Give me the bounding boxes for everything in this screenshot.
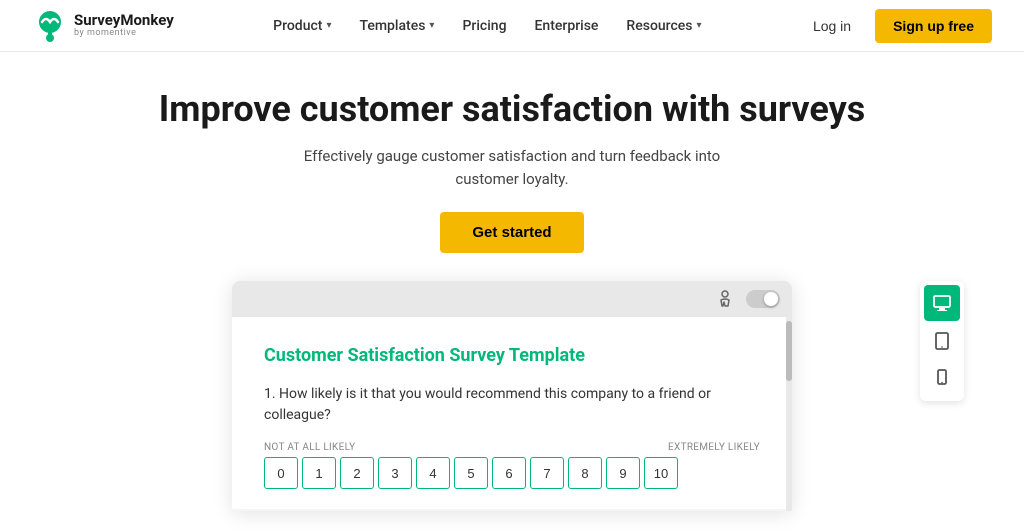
nav-templates[interactable]: Templates ▾ bbox=[347, 10, 446, 42]
scale-number-btn[interactable]: 0 bbox=[264, 457, 298, 489]
scale-number-btn[interactable]: 7 bbox=[530, 457, 564, 489]
demo-toolbar bbox=[232, 281, 792, 317]
scale-number-btn[interactable]: 6 bbox=[492, 457, 526, 489]
log-in-button[interactable]: Log in bbox=[801, 10, 863, 42]
nav-pricing[interactable]: Pricing bbox=[450, 10, 518, 42]
demo-window: Customer Satisfaction Survey Template 1.… bbox=[232, 281, 792, 511]
chevron-down-icon: ▾ bbox=[326, 20, 331, 31]
toolbar-controls bbox=[714, 290, 780, 308]
scale-number-btn[interactable]: 4 bbox=[416, 457, 450, 489]
theme-toggle[interactable] bbox=[746, 290, 780, 308]
survey-question: 1. How likely is it that you would recom… bbox=[264, 384, 760, 426]
scale-number-btn[interactable]: 2 bbox=[340, 457, 374, 489]
demo-content: Customer Satisfaction Survey Template 1.… bbox=[232, 317, 792, 509]
scale-number-btn[interactable]: 8 bbox=[568, 457, 602, 489]
scale-number-btn[interactable]: 3 bbox=[378, 457, 412, 489]
survey-title: Customer Satisfaction Survey Template bbox=[264, 345, 760, 366]
navbar: SurveyMonkey by momentive Product ▾ Temp… bbox=[0, 0, 1024, 52]
accessibility-icon bbox=[714, 290, 736, 308]
chevron-down-icon: ▾ bbox=[697, 20, 702, 31]
demo-section: Customer Satisfaction Survey Template 1.… bbox=[0, 281, 1024, 511]
scale-number-btn[interactable]: 5 bbox=[454, 457, 488, 489]
nav-links: Product ▾ Templates ▾ Pricing Enterprise… bbox=[261, 10, 713, 42]
hero-heading: Improve customer satisfaction with surve… bbox=[20, 88, 1004, 131]
nav-enterprise[interactable]: Enterprise bbox=[523, 10, 611, 42]
hero-subheading: Effectively gauge customer satisfaction … bbox=[302, 145, 722, 190]
scale-buttons: 012345678910 bbox=[264, 457, 760, 489]
logo[interactable]: SurveyMonkey by momentive bbox=[32, 8, 174, 44]
chevron-down-icon: ▾ bbox=[429, 20, 434, 31]
sign-up-button[interactable]: Sign up free bbox=[875, 9, 992, 43]
tablet-view-icon[interactable] bbox=[924, 323, 960, 359]
scale-labels: NOT AT ALL LIKELY EXTREMELY LIKELY bbox=[264, 442, 760, 453]
nav-product[interactable]: Product ▾ bbox=[261, 10, 343, 42]
scale-label-right: EXTREMELY LIKELY bbox=[668, 442, 760, 453]
mobile-view-icon[interactable] bbox=[924, 361, 960, 397]
scrollbar-thumb bbox=[786, 321, 792, 381]
scale-number-btn[interactable]: 9 bbox=[606, 457, 640, 489]
hero-section: Improve customer satisfaction with surve… bbox=[0, 52, 1024, 281]
nav-right: Log in Sign up free bbox=[801, 9, 992, 43]
side-icons bbox=[920, 281, 964, 401]
get-started-button[interactable]: Get started bbox=[440, 212, 583, 253]
scale-label-left: NOT AT ALL LIKELY bbox=[264, 442, 355, 453]
scale-number-btn[interactable]: 1 bbox=[302, 457, 336, 489]
scrollbar[interactable] bbox=[786, 317, 792, 511]
scale-container: NOT AT ALL LIKELY EXTREMELY LIKELY 01234… bbox=[264, 442, 760, 489]
logo-text: SurveyMonkey by momentive bbox=[74, 13, 174, 38]
desktop-view-icon[interactable] bbox=[924, 285, 960, 321]
surveymonkey-logo-icon bbox=[32, 8, 68, 44]
nav-resources[interactable]: Resources ▾ bbox=[614, 10, 713, 42]
scale-number-btn[interactable]: 10 bbox=[644, 457, 678, 489]
